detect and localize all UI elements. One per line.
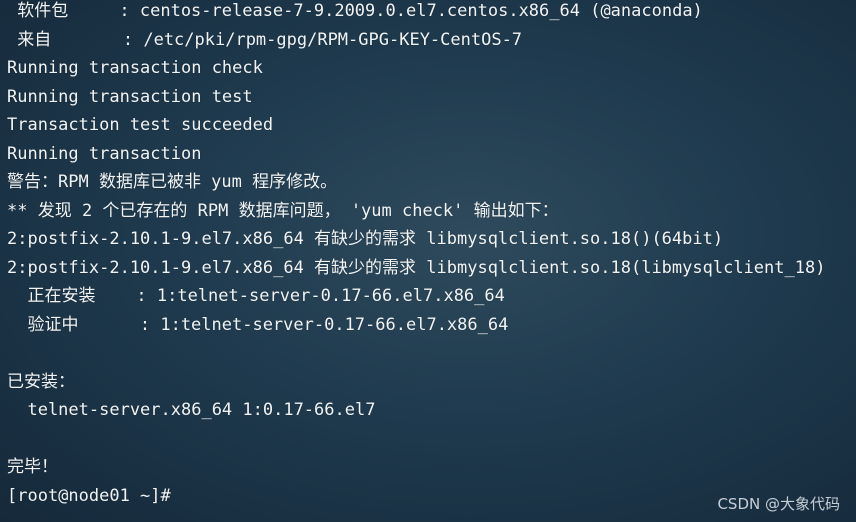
- terminal-line-verifying: 验证中 : 1:telnet-server-0.17-66.el7.x86_64: [7, 314, 509, 335]
- terminal-line: Transaction test succeeded: [7, 115, 274, 135]
- terminal-line-missing-requirement: 2:postfix-2.10.1-9.el7.x86_64 有缺少的需求 lib…: [7, 229, 724, 249]
- terminal-line-warning: 警告：RPM 数据库已被非 yum 程序修改。: [7, 172, 338, 192]
- terminal-line: Running transaction test: [7, 86, 253, 107]
- terminal-line-installed-package: telnet-server.x86_64 1:0.17-66.el7: [7, 400, 376, 420]
- terminal-line-source: 来自 : /etc/pki/rpm-gpg/RPM-GPG-KEY-CentOS…: [7, 29, 523, 50]
- watermark-text: CSDN @大象代码: [717, 495, 840, 513]
- terminal-output[interactable]: 软件包 : centos-release-7-9.2009.0.el7.cent…: [0, 0, 856, 522]
- terminal-line: Running transaction check: [7, 58, 263, 78]
- terminal-line-package: 软件包 : centos-release-7-9.2009.0.el7.cent…: [7, 1, 703, 21]
- terminal-line-installed-header: 已安装：: [7, 371, 75, 392]
- terminal-line-missing-requirement: 2:postfix-2.10.1-9.el7.x86_64 有缺少的需求 lib…: [7, 257, 826, 278]
- terminal-line-problem-summary: ** 发现 2 个已存在的 RPM 数据库问题， 'yum check' 输出如…: [7, 200, 559, 221]
- terminal-line: Running transaction: [7, 143, 202, 164]
- terminal-line-complete: 完毕！: [7, 457, 58, 477]
- terminal-line-installing: 正在安装 : 1:telnet-server-0.17-66.el7.x86_6…: [7, 286, 505, 306]
